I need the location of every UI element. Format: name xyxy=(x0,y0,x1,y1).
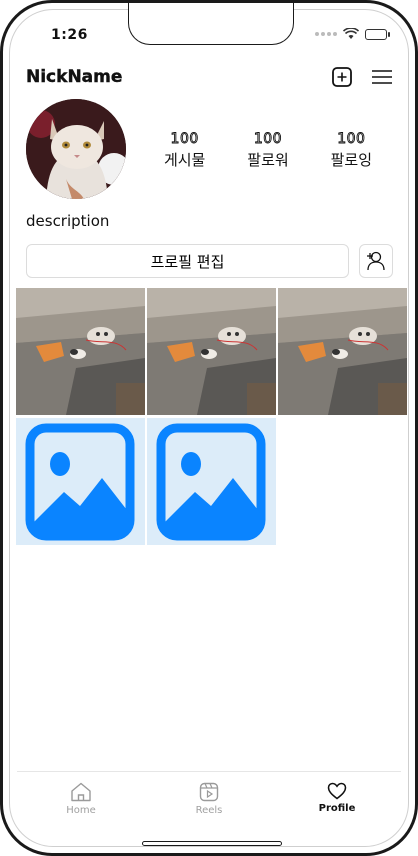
edit-profile-button[interactable]: 프로필 편집 xyxy=(26,244,349,278)
image-placeholder-icon xyxy=(147,418,276,545)
avatar[interactable] xyxy=(26,99,126,199)
post-thumbnail-placeholder[interactable] xyxy=(147,418,276,545)
post-thumbnail[interactable] xyxy=(278,288,407,415)
post-thumbnail[interactable] xyxy=(16,288,145,415)
followers-label: 팔로워 xyxy=(247,151,289,169)
posts-count: 100 xyxy=(170,131,199,148)
profile-header: NickName xyxy=(26,63,393,91)
stat-posts[interactable]: 100 게시물 xyxy=(164,131,205,170)
tab-profile-label: Profile xyxy=(318,803,356,814)
following-count: 100 xyxy=(337,131,366,148)
stat-followers[interactable]: 100 팔로워 xyxy=(247,131,288,170)
posts-label: 게시물 xyxy=(163,151,206,169)
notch xyxy=(128,3,294,45)
add-friend-button[interactable] xyxy=(359,244,393,278)
cat-on-bed-photo xyxy=(278,288,407,415)
plus-square-icon xyxy=(332,67,352,87)
profile-description: description xyxy=(26,212,110,230)
menu-button[interactable] xyxy=(371,66,393,88)
battery-icon xyxy=(365,28,390,40)
cat-on-bed-photo xyxy=(16,288,145,415)
add-user-icon xyxy=(367,251,385,271)
tab-home[interactable]: Home xyxy=(17,772,145,821)
followers-count: 100 xyxy=(253,131,283,148)
hamburger-menu-icon xyxy=(372,70,392,84)
image-placeholder-icon xyxy=(16,418,145,545)
status-time: 1:26 xyxy=(51,27,88,43)
profile-actions: 프로필 편집 xyxy=(26,244,393,278)
following-label: 팔로잉 xyxy=(330,151,373,169)
stat-following[interactable]: 100 팔로잉 xyxy=(331,131,372,170)
post-thumbnail[interactable] xyxy=(147,288,276,415)
signal-icon xyxy=(315,32,337,36)
phone-frame: 1:26 NickName 100 게시물 100 팔로워 100 팔로잉 de… xyxy=(0,0,418,856)
wifi-icon xyxy=(343,28,359,39)
cat-avatar-photo xyxy=(26,99,126,199)
add-post-button[interactable] xyxy=(331,66,353,88)
home-icon xyxy=(71,782,91,802)
tab-reels[interactable]: Reels xyxy=(145,772,273,821)
tab-reels-label: Reels xyxy=(195,805,223,816)
tab-home-label: Home xyxy=(66,805,96,816)
profile-stats: 100 게시물 100 팔로워 100 팔로잉 xyxy=(143,131,393,170)
status-icons xyxy=(315,28,390,40)
cat-on-bed-photo xyxy=(147,288,276,415)
header-actions xyxy=(331,66,393,88)
bottom-tab-bar: Home Reels Profile xyxy=(17,771,401,821)
post-grid xyxy=(16,288,408,545)
heart-icon xyxy=(327,782,347,800)
post-thumbnail-placeholder[interactable] xyxy=(16,418,145,545)
home-indicator xyxy=(142,841,282,846)
tab-profile[interactable]: Profile xyxy=(273,772,401,821)
reels-icon xyxy=(199,782,219,802)
nickname: NickName xyxy=(26,67,123,87)
